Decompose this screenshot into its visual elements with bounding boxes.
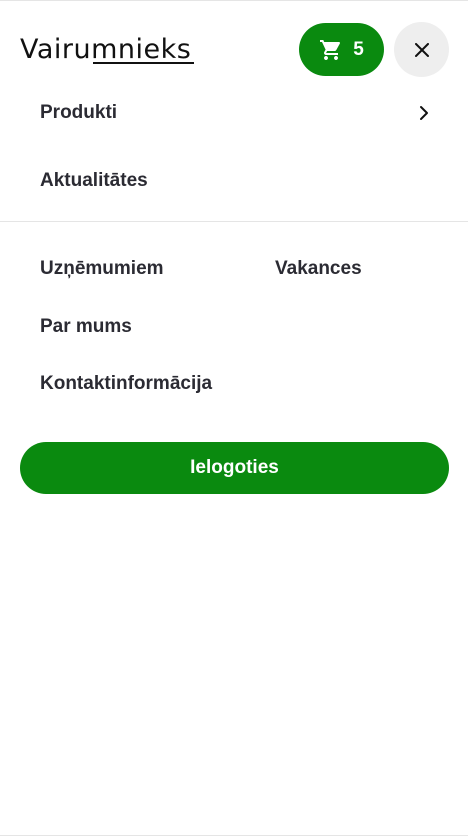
header: Vairumnieks 5 [0, 1, 468, 97]
link-vakances[interactable]: Vakances [275, 258, 362, 280]
link-uznemumiem[interactable]: Uzņēmumiem [40, 258, 164, 280]
brand-logo[interactable]: Vairumnieks [20, 34, 196, 66]
menu-divider [0, 221, 468, 222]
logo-text: Vairumnieks [20, 34, 191, 65]
shopping-cart-icon [320, 39, 341, 60]
nav-item-aktualitates[interactable]: Aktualitātes [40, 165, 440, 197]
link-par-mums[interactable]: Par mums [40, 316, 132, 338]
login-button[interactable]: Ielogoties [20, 442, 449, 494]
close-menu-button[interactable] [394, 22, 449, 77]
cart-count-badge: 5 [353, 38, 364, 60]
chevron-right-icon [420, 106, 428, 120]
close-icon [414, 42, 429, 57]
link-kontaktinformacija[interactable]: Kontaktinformācija [40, 373, 212, 395]
nav-item-label: Produkti [40, 102, 118, 123]
cart-button[interactable]: 5 [299, 23, 384, 76]
nav-item-produkti[interactable]: Produkti [40, 97, 440, 129]
logo-graphic: Vairumnieks [20, 34, 194, 65]
nav-item-label: Aktualitātes [40, 170, 148, 191]
